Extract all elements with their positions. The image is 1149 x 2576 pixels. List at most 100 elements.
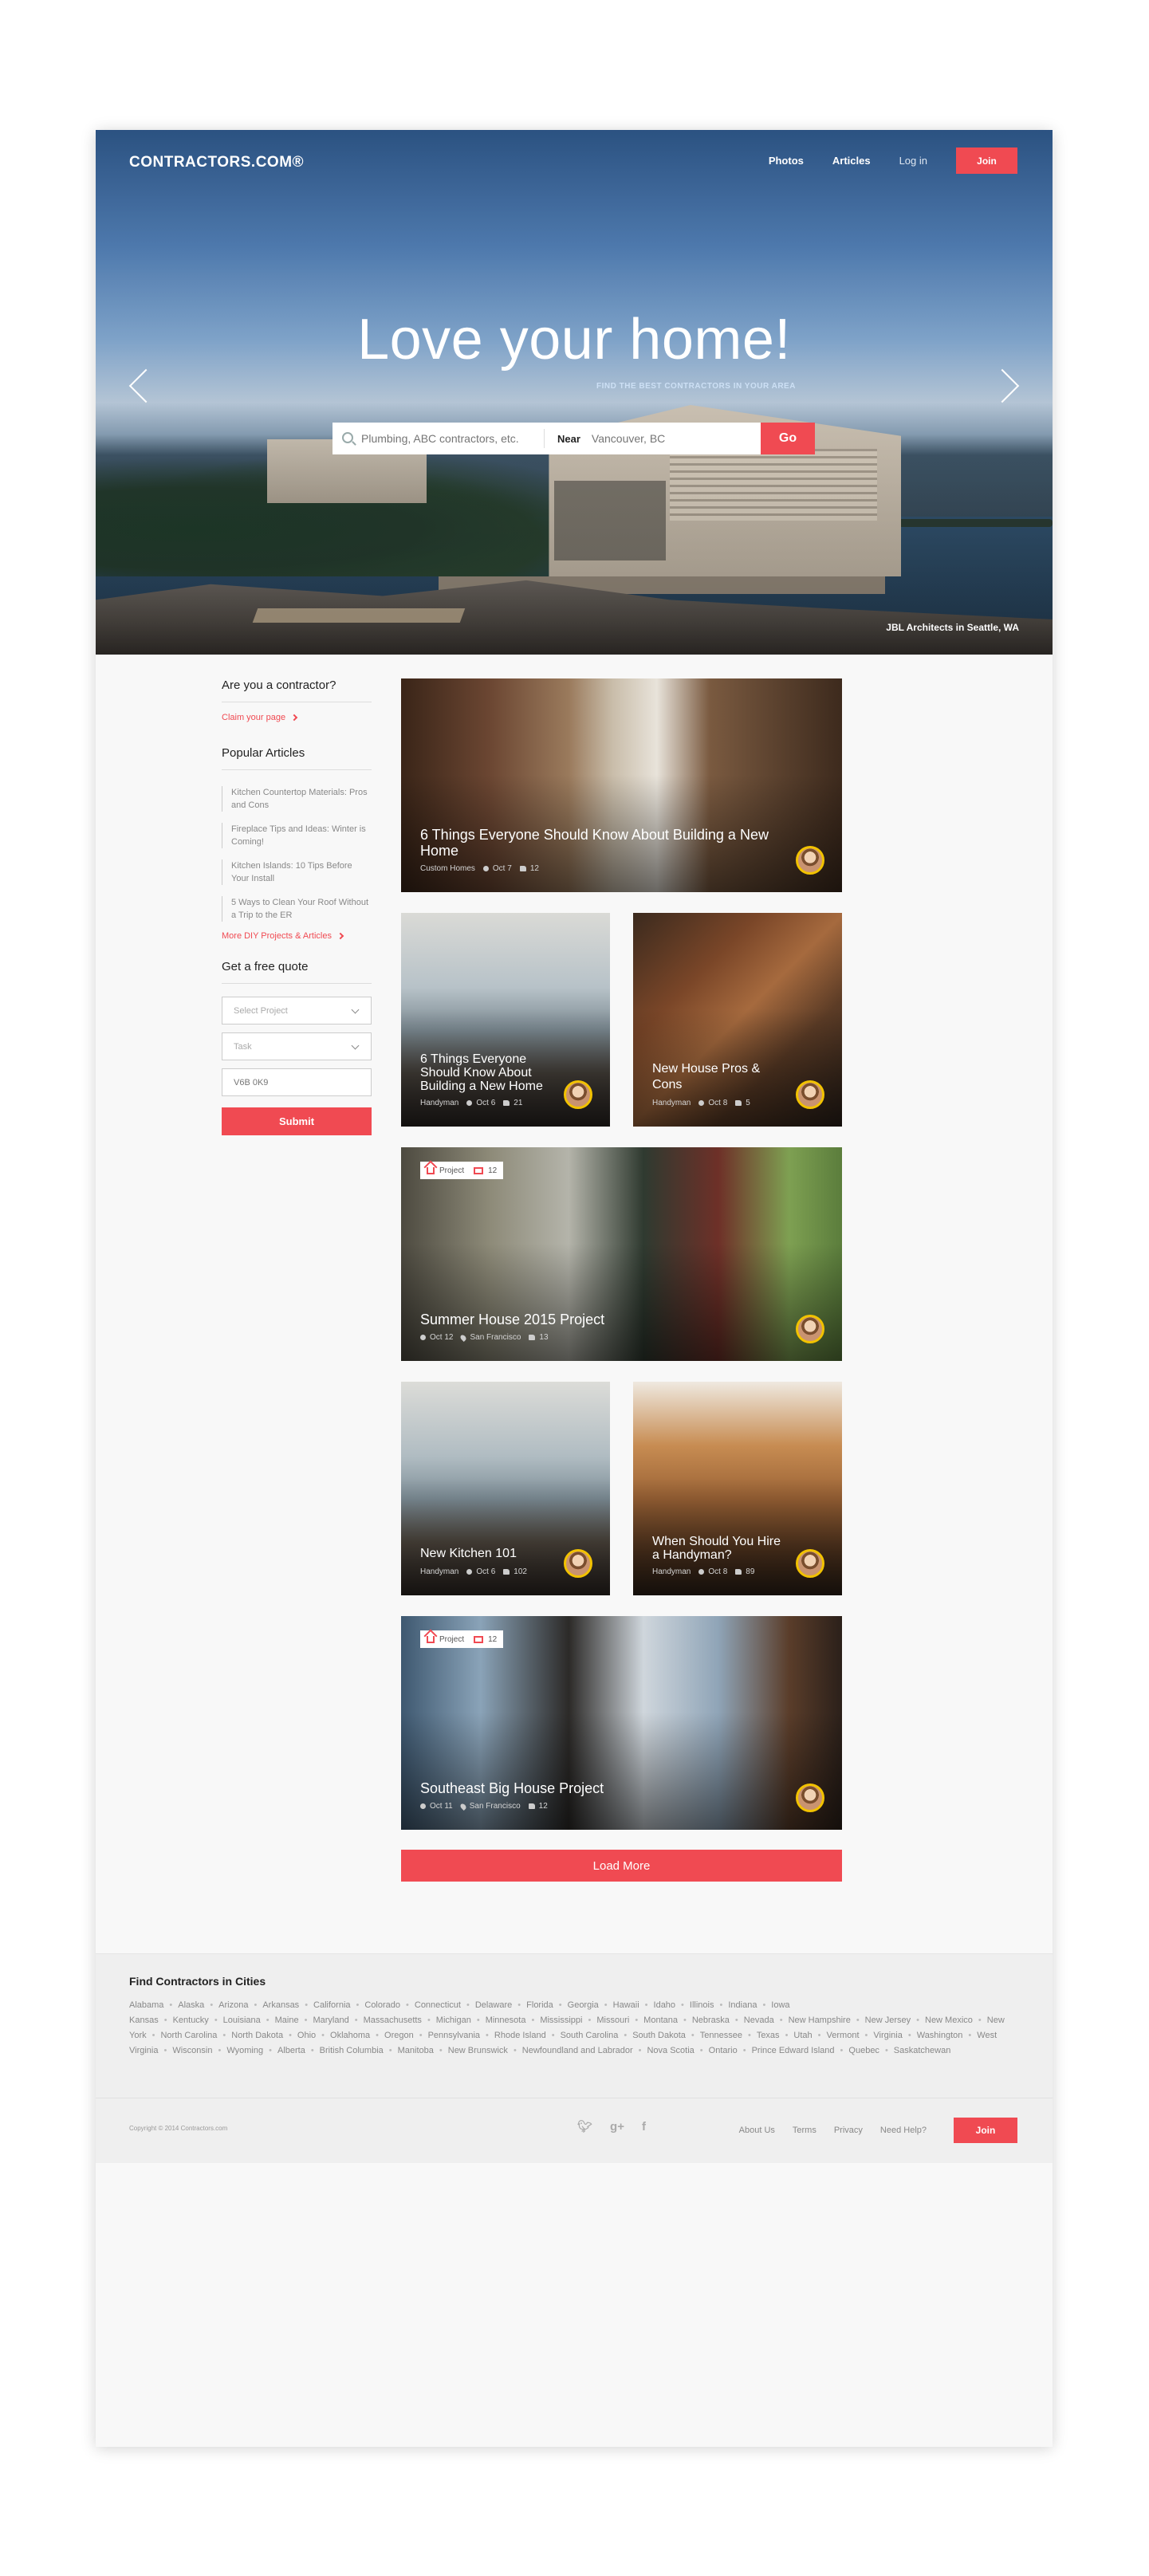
author-avatar[interactable] (796, 1315, 824, 1343)
postal-code-input[interactable] (222, 1068, 372, 1096)
footer-join-button[interactable]: Join (954, 2118, 1017, 2143)
city-link[interactable]: Virginia (873, 2031, 903, 2040)
city-link[interactable]: Nevada (744, 2016, 774, 2025)
city-link[interactable]: Arkansas (262, 2000, 299, 2010)
more-articles-link[interactable]: More DIY Projects & Articles (222, 931, 372, 941)
city-link[interactable]: Utah (793, 2031, 812, 2040)
city-link[interactable]: Florida (526, 2000, 553, 2010)
search-input[interactable] (333, 423, 544, 454)
city-link[interactable]: Illinois (690, 2000, 714, 2010)
city-link[interactable]: Wisconsin (172, 2046, 212, 2055)
join-button[interactable]: Join (956, 147, 1017, 174)
city-link[interactable]: Washington (917, 2031, 963, 2040)
city-link[interactable]: South Carolina (561, 2031, 619, 2040)
city-link[interactable]: Missouri (596, 2016, 629, 2025)
city-link[interactable]: Arizona (218, 2000, 248, 2010)
city-link[interactable]: Vermont (827, 2031, 860, 2040)
load-more-button[interactable]: Load More (401, 1850, 842, 1882)
city-link[interactable]: Indiana (728, 2000, 757, 2010)
claim-page-link[interactable]: Claim your page (222, 713, 372, 722)
city-link[interactable]: Hawaii (613, 2000, 639, 2010)
city-link[interactable]: Massachusetts (364, 2016, 422, 2025)
popular-article[interactable]: 5 Ways to Clean Your Roof Without a Trip… (222, 896, 372, 922)
popular-article[interactable]: Fireplace Tips and Ideas: Winter is Comi… (222, 823, 372, 848)
photo-credit[interactable]: JBL Architects in Seattle, WA (886, 622, 1019, 633)
city-link[interactable]: Texas (757, 2031, 780, 2040)
city-link[interactable]: British Columbia (320, 2046, 384, 2055)
city-link[interactable]: Pennsylvania (428, 2031, 480, 2040)
city-link[interactable]: Nova Scotia (647, 2046, 694, 2055)
city-link[interactable]: Colorado (364, 2000, 400, 2010)
nav-articles[interactable]: Articles (832, 155, 871, 167)
popular-article[interactable]: Kitchen Islands: 10 Tips Before Your Ins… (222, 859, 372, 885)
city-link[interactable]: Michigan (436, 2016, 471, 2025)
city-link[interactable]: Georgia (568, 2000, 599, 2010)
city-link[interactable]: Manitoba (398, 2046, 434, 2055)
google-plus-icon[interactable]: g+ (610, 2120, 624, 2134)
nav-photos[interactable]: Photos (769, 155, 804, 167)
city-link[interactable]: Minnesota (486, 2016, 526, 2025)
city-link[interactable]: Louisiana (223, 2016, 261, 2025)
card-category: Handyman (652, 1099, 691, 1107)
nav-login[interactable]: Log in (899, 155, 927, 167)
select-project-dropdown[interactable]: Select Project (222, 997, 372, 1025)
author-avatar[interactable] (564, 1549, 592, 1578)
project-card[interactable]: Project 12 Southeast Big House Project O… (401, 1616, 842, 1830)
facebook-icon[interactable]: f (642, 2120, 646, 2134)
footer-about-link[interactable]: About Us (739, 2126, 775, 2135)
article-card[interactable]: New Kitchen 101 Handyman Oct 6 102 (401, 1382, 610, 1595)
city-link[interactable]: Oklahoma (330, 2031, 370, 2040)
article-card[interactable]: 6 Things Everyone Should Know About Buil… (401, 913, 610, 1127)
article-card[interactable]: 6 Things Everyone Should Know About Buil… (401, 678, 842, 892)
city-link[interactable]: Alaska (178, 2000, 204, 2010)
city-link[interactable]: New Hampshire (789, 2016, 851, 2025)
go-button[interactable]: Go (761, 423, 815, 454)
city-link[interactable]: Mississippi (540, 2016, 582, 2025)
author-avatar[interactable] (796, 1784, 824, 1812)
city-link[interactable]: South Dakota (632, 2031, 686, 2040)
city-link[interactable]: New Mexico (925, 2016, 973, 2025)
city-link[interactable]: Oregon (384, 2031, 414, 2040)
twitter-icon[interactable]: 🐦︎ (577, 2119, 592, 2134)
city-link[interactable]: Wyoming (226, 2046, 263, 2055)
city-link[interactable]: New Brunswick (448, 2046, 508, 2055)
city-link[interactable]: Maryland (313, 2016, 348, 2025)
footer-privacy-link[interactable]: Privacy (834, 2126, 863, 2135)
submit-button[interactable]: Submit (222, 1107, 372, 1135)
city-link[interactable]: Connecticut (415, 2000, 461, 2010)
city-link[interactable]: Quebec (848, 2046, 879, 2055)
city-link[interactable]: Rhode Island (494, 2031, 546, 2040)
popular-article[interactable]: Kitchen Countertop Materials: Pros and C… (222, 786, 372, 812)
city-link[interactable]: Tennessee (700, 2031, 742, 2040)
city-link[interactable]: New Jersey (865, 2016, 911, 2025)
city-link[interactable]: Newfoundland and Labrador (522, 2046, 633, 2055)
author-avatar[interactable] (796, 1080, 824, 1109)
author-avatar[interactable] (564, 1080, 592, 1109)
footer-terms-link[interactable]: Terms (793, 2126, 816, 2135)
city-link[interactable]: Saskatchewan (894, 2046, 951, 2055)
city-link[interactable]: Kentucky (173, 2016, 209, 2025)
city-link[interactable]: Idaho (654, 2000, 676, 2010)
project-card[interactable]: Project 12 Summer House 2015 Project Oct… (401, 1147, 842, 1361)
footer-help-link[interactable]: Need Help? (880, 2126, 927, 2135)
city-link[interactable]: Ontario (709, 2046, 738, 2055)
city-link[interactable]: Alberta (277, 2046, 305, 2055)
city-link[interactable]: North Carolina (160, 2031, 217, 2040)
author-avatar[interactable] (796, 846, 824, 875)
author-avatar[interactable] (796, 1549, 824, 1578)
site-logo[interactable]: CONTRACTORS.COM® (129, 154, 304, 171)
city-link[interactable]: California (313, 2000, 350, 2010)
chevron-right-icon (290, 714, 298, 722)
article-card[interactable]: New House Pros & Cons Handyman Oct 8 5 (633, 913, 842, 1127)
city-link[interactable]: Delaware (475, 2000, 512, 2010)
city-link[interactable]: Alabama (129, 2000, 163, 2010)
location-input[interactable] (580, 423, 744, 454)
city-link[interactable]: North Dakota (231, 2031, 283, 2040)
task-dropdown[interactable]: Task (222, 1032, 372, 1060)
city-link[interactable]: Ohio (297, 2031, 316, 2040)
city-link[interactable]: Montana (643, 2016, 678, 2025)
city-link[interactable]: Maine (275, 2016, 299, 2025)
article-card[interactable]: When Should You Hire a Handyman? Handyma… (633, 1382, 842, 1595)
city-link[interactable]: Prince Edward Island (752, 2046, 835, 2055)
city-link[interactable]: Nebraska (692, 2016, 730, 2025)
